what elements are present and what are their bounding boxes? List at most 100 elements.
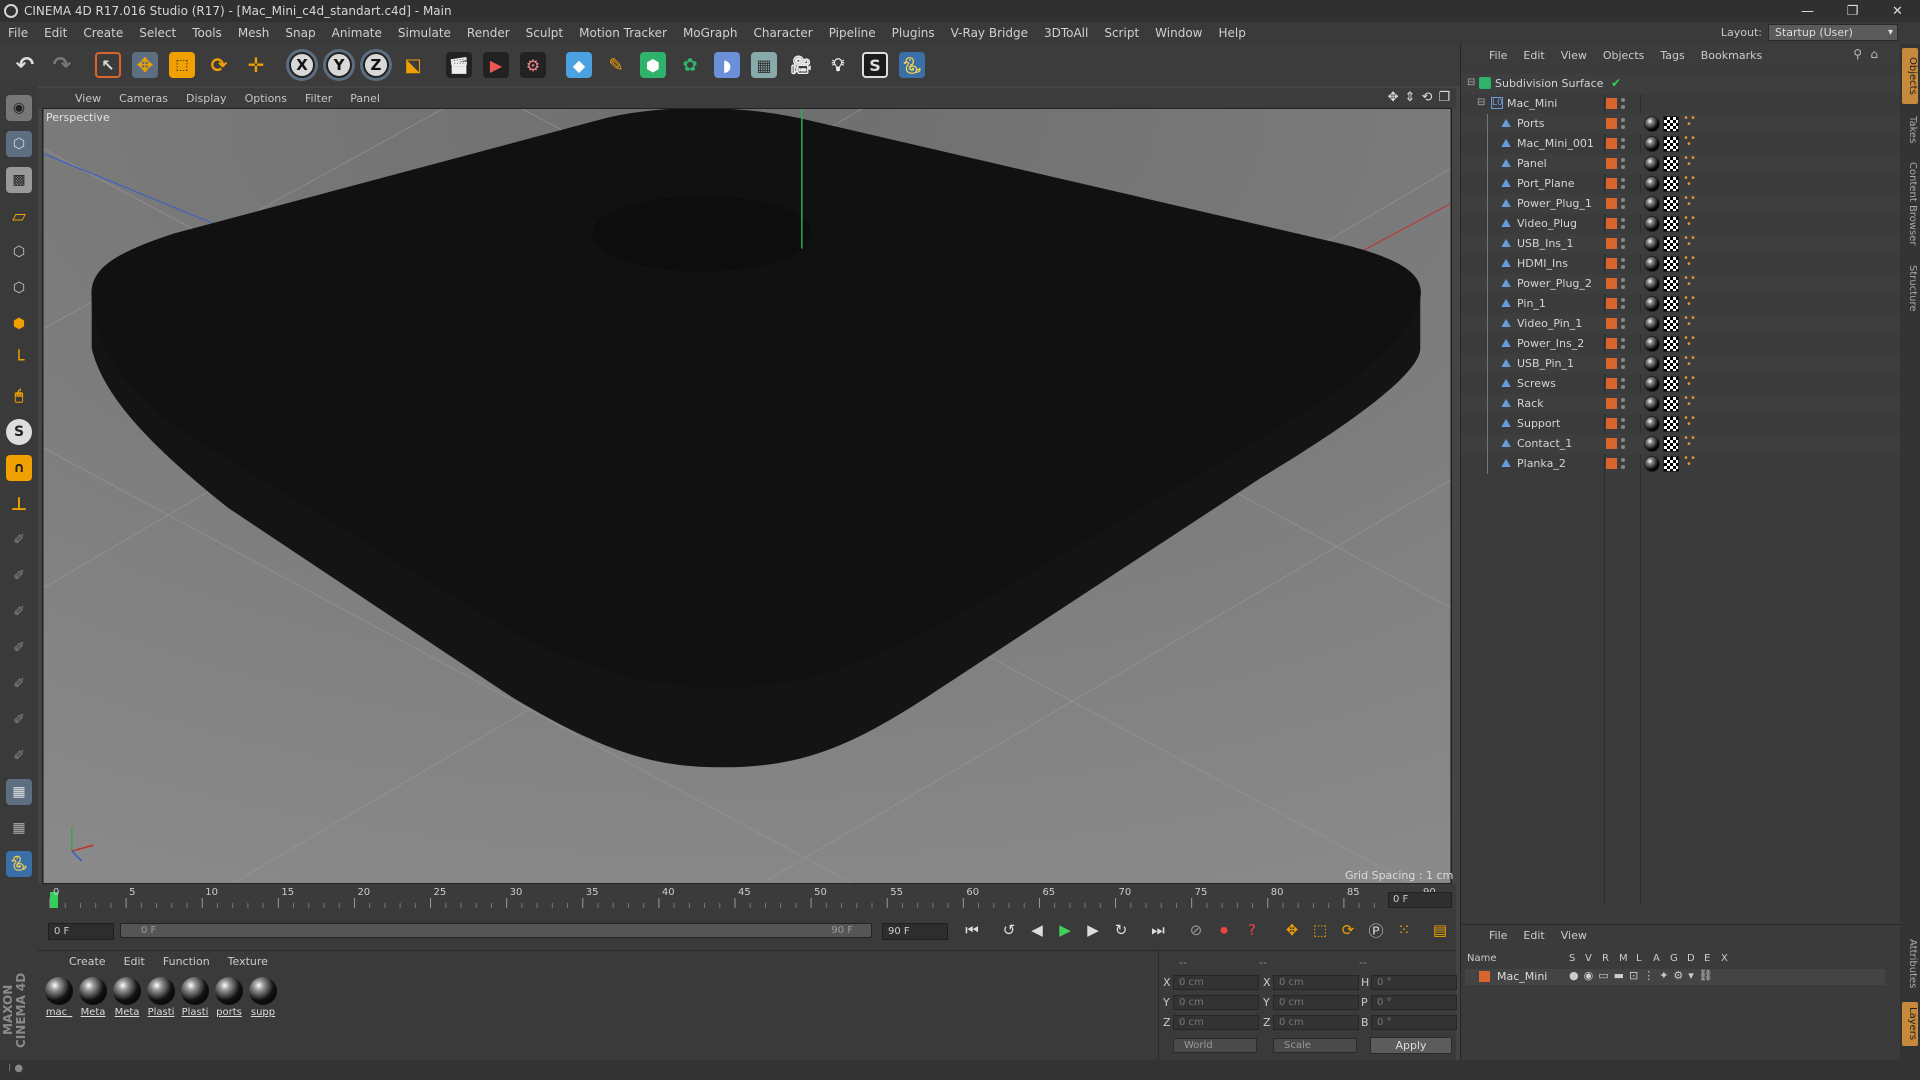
layer-color-swatch[interactable]: [1606, 118, 1617, 129]
layer-color-swatch[interactable]: [1606, 418, 1617, 429]
layer-color-swatch[interactable]: [1606, 298, 1617, 309]
zoom-icon[interactable]: ⇕: [1405, 90, 1416, 105]
visibility-dots-icon[interactable]: [1621, 316, 1625, 332]
phong-tag-icon[interactable]: [1682, 333, 1696, 351]
sculpt-tool-4-button[interactable]: ✐: [3, 632, 35, 664]
deformer-button[interactable]: ◗: [710, 48, 744, 82]
phong-tag-icon[interactable]: [1682, 133, 1696, 151]
object-row[interactable]: ⛰ Planka_2: [1461, 453, 1901, 474]
object-row[interactable]: ⛰ Power_Plug_2: [1461, 273, 1901, 294]
texture-tag-icon[interactable]: [1663, 356, 1679, 372]
material-swatch[interactable]: Plasti: [146, 977, 176, 1018]
texture-tag-icon[interactable]: [1663, 116, 1679, 132]
go-to-end-button[interactable]: ⏭: [1146, 918, 1170, 942]
tab-attributes[interactable]: Attributes: [1902, 934, 1918, 994]
material-tag-icon[interactable]: [1644, 336, 1660, 352]
viewport-menu-panel[interactable]: Panel: [341, 92, 389, 105]
phong-tag-icon[interactable]: [1682, 173, 1696, 191]
material-swatch[interactable]: ports: [214, 977, 244, 1018]
object-row[interactable]: ⛰ Mac_Mini_001: [1461, 133, 1901, 154]
phong-tag-icon[interactable]: [1682, 433, 1696, 451]
material-tag-icon[interactable]: [1644, 136, 1660, 152]
axis-tool-button[interactable]: ⊥: [3, 488, 35, 520]
key-rotation-button[interactable]: ⟳: [1336, 918, 1360, 942]
layer-color-swatch[interactable]: [1606, 318, 1617, 329]
material-swatch[interactable]: Plasti: [180, 977, 210, 1018]
phong-tag-icon[interactable]: [1682, 453, 1696, 471]
visibility-dots-icon[interactable]: [1621, 176, 1625, 192]
object-row[interactable]: ⛰ Screws: [1461, 373, 1901, 394]
play-button[interactable]: ▶: [1053, 918, 1077, 942]
object-row-subdivision-surface[interactable]: ⊟ Subdivision Surface ✔: [1461, 74, 1901, 94]
object-row[interactable]: ⛰ Rack: [1461, 393, 1901, 414]
layer-color-swatch[interactable]: [1606, 278, 1617, 289]
cube-object-button[interactable]: ◆: [562, 48, 596, 82]
menu-plugins[interactable]: Plugins: [884, 26, 943, 40]
menu-3dtoall[interactable]: 3DToAll: [1036, 26, 1096, 40]
visibility-dots-icon[interactable]: [1621, 236, 1625, 252]
layer-color-swatch[interactable]: [1606, 398, 1617, 409]
rotation-p-field[interactable]: 0 °: [1371, 995, 1457, 1010]
layer-toggle-icons[interactable]: ●◉▭▬⊡⋮✦⚙▾⛓: [1569, 969, 1718, 982]
phong-tag-icon[interactable]: [1682, 113, 1696, 131]
move-tool-button[interactable]: ✥: [128, 48, 162, 82]
object-row[interactable]: ⛰ Video_Plug: [1461, 213, 1901, 234]
collapse-icon[interactable]: ⊟: [1467, 77, 1475, 88]
visibility-dots-icon[interactable]: [1621, 296, 1625, 312]
enabled-check-icon[interactable]: ✔: [1611, 76, 1621, 90]
object-row[interactable]: ⛰ Power_Ins_2: [1461, 333, 1901, 354]
layer-color-swatch[interactable]: [1606, 458, 1617, 469]
key-parameter-button[interactable]: Ⓟ: [1364, 918, 1388, 942]
pan-icon[interactable]: ✥: [1388, 90, 1399, 105]
cloner-button[interactable]: ✿: [673, 48, 707, 82]
maximize-button[interactable]: ❐: [1830, 0, 1875, 22]
objects-menu-bookmarks[interactable]: Bookmarks: [1693, 49, 1770, 62]
render-settings-button[interactable]: ⚙: [516, 48, 550, 82]
menu-file[interactable]: File: [0, 26, 36, 40]
phong-tag-icon[interactable]: [1682, 153, 1696, 171]
texture-tag-icon[interactable]: [1663, 416, 1679, 432]
material-tag-icon[interactable]: [1644, 276, 1660, 292]
visibility-dots-icon[interactable]: [1621, 276, 1625, 292]
phong-tag-icon[interactable]: [1682, 213, 1696, 231]
material-menu-function[interactable]: Function: [154, 955, 219, 968]
lock-workplane-button[interactable]: ▦: [3, 812, 35, 844]
menu-sculpt[interactable]: Sculpt: [518, 26, 571, 40]
layer-color-swatch[interactable]: [1606, 178, 1617, 189]
texture-tag-icon[interactable]: [1663, 176, 1679, 192]
magnet-button[interactable]: ∩: [3, 452, 35, 484]
menu-create[interactable]: Create: [75, 26, 131, 40]
viewport-menu-cameras[interactable]: Cameras: [110, 92, 177, 105]
rotate-tool-button[interactable]: ⟳: [202, 48, 236, 82]
menu-animate[interactable]: Animate: [324, 26, 390, 40]
viewport-menu-display[interactable]: Display: [177, 92, 236, 105]
layer-color-swatch[interactable]: [1606, 138, 1617, 149]
material-menu-edit[interactable]: Edit: [115, 955, 154, 968]
object-row[interactable]: ⛰ Power_Plug_1: [1461, 193, 1901, 214]
visibility-dots-icon[interactable]: [1621, 436, 1625, 452]
layer-color-swatch[interactable]: [1606, 438, 1617, 449]
material-tag-icon[interactable]: [1644, 236, 1660, 252]
next-frame-button[interactable]: ▶: [1081, 918, 1105, 942]
material-swatch[interactable]: Meta: [78, 977, 108, 1018]
scale-tool-button[interactable]: ⬚: [165, 48, 199, 82]
render-to-picture-viewer-button[interactable]: ▶: [479, 48, 513, 82]
python-script-button[interactable]: 🐍︎: [3, 848, 35, 880]
layer-color-swatch[interactable]: [1606, 218, 1617, 229]
snap-button[interactable]: S: [3, 416, 35, 448]
visibility-dots-icon[interactable]: [1621, 156, 1625, 172]
size-x-field[interactable]: 0 cm: [1273, 975, 1359, 990]
timeline-menu-button[interactable]: ▤: [1428, 918, 1452, 942]
material-tag-icon[interactable]: [1644, 196, 1660, 212]
prev-key-button[interactable]: ↺: [997, 918, 1021, 942]
object-row-mac-mini[interactable]: ⊟ L0 Mac_Mini: [1461, 94, 1901, 114]
object-row[interactable]: ⛰ USB_Ins_1: [1461, 233, 1901, 254]
timeline-ruler[interactable]: 051015202530354045505560657075808590: [38, 884, 1456, 910]
z-axis-lock-button[interactable]: Z: [359, 48, 393, 82]
material-tag-icon[interactable]: [1644, 356, 1660, 372]
position-z-field[interactable]: 0 cm: [1173, 1015, 1259, 1030]
viewport-menu-options[interactable]: Options: [236, 92, 296, 105]
layer-color-swatch[interactable]: [1606, 198, 1617, 209]
material-swatch[interactable]: supp: [248, 977, 278, 1018]
menu-select[interactable]: Select: [131, 26, 184, 40]
